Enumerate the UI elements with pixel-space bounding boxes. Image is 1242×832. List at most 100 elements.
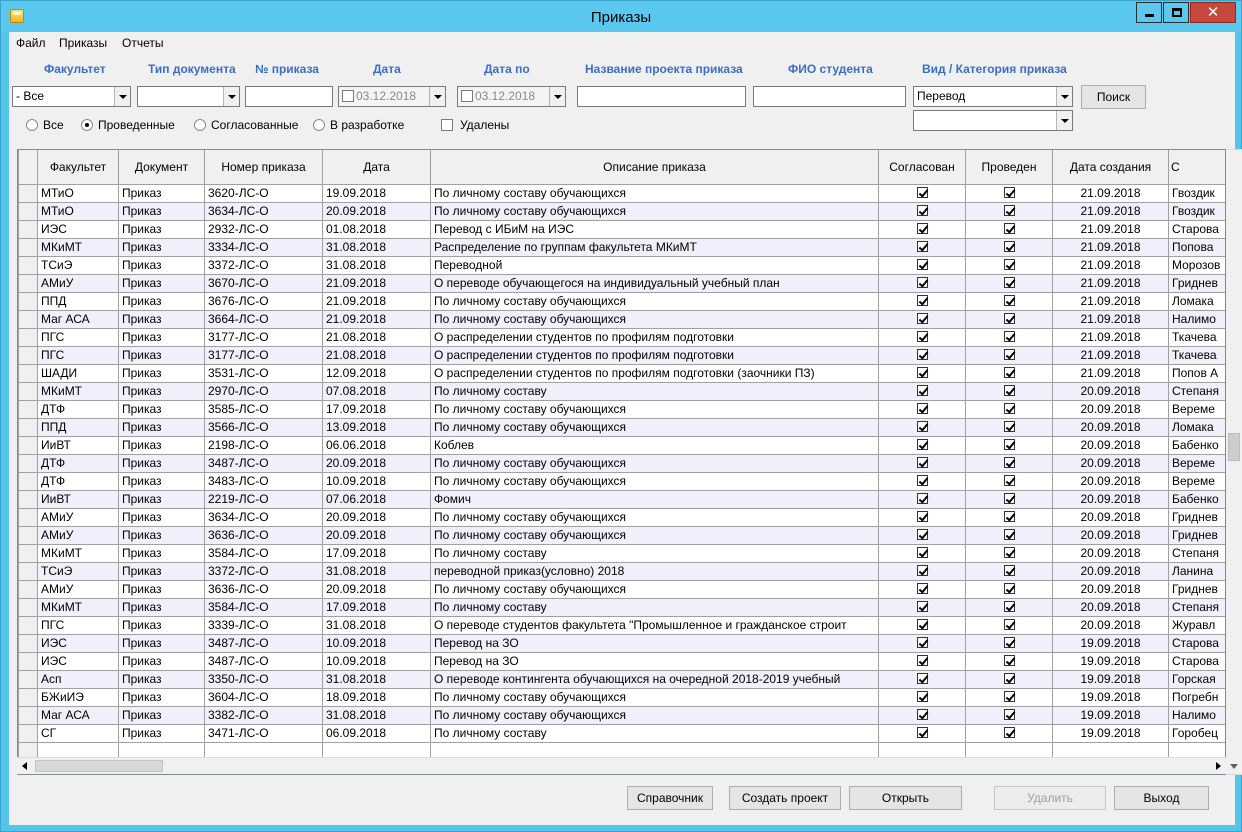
column-header[interactable]: С <box>1168 150 1225 185</box>
row-selector[interactable] <box>18 598 38 617</box>
radio-all[interactable]: Все <box>26 118 64 132</box>
cell-conducted[interactable] <box>965 598 1053 617</box>
chevron-down-icon[interactable] <box>429 87 445 106</box>
column-header[interactable]: Согласован <box>878 150 966 185</box>
row-selector[interactable] <box>18 238 38 257</box>
title-bar[interactable]: Приказы ✕ <box>1 1 1241 32</box>
cell-conducted[interactable] <box>965 274 1053 293</box>
exit-button[interactable]: Выход <box>1114 786 1209 810</box>
table-row[interactable]: ШАДИ Приказ 3531-ЛС-О 12.09.2018 О распредел… <box>18 364 1225 383</box>
column-header[interactable]: Номер приказа <box>204 150 323 185</box>
cell-conducted[interactable] <box>965 220 1053 239</box>
subcategory-select[interactable] <box>913 110 1073 131</box>
cell-agreed[interactable] <box>878 256 966 275</box>
cell-agreed[interactable] <box>878 670 966 689</box>
cell-conducted[interactable] <box>965 616 1053 635</box>
chevron-down-icon[interactable] <box>1056 87 1072 106</box>
cell-conducted[interactable] <box>965 652 1053 671</box>
reference-button[interactable]: Справочник <box>627 786 713 810</box>
table-row[interactable]: ИЭС Приказ 2932-ЛС-О 01.08.2018 Перевод с ИБ… <box>18 220 1225 239</box>
table-row[interactable]: ИЭС Приказ 3487-ЛС-О 10.09.2018 Перевод на З… <box>18 634 1225 653</box>
row-selector[interactable] <box>18 652 38 671</box>
vertical-scrollbar[interactable] <box>1226 149 1242 775</box>
column-header[interactable]: Документ <box>118 150 205 185</box>
table-row[interactable]: ДТФ Приказ 3483-ЛС-О 10.09.2018 По личному с… <box>18 472 1225 491</box>
cell-conducted[interactable] <box>965 256 1053 275</box>
cell-agreed[interactable] <box>878 328 966 347</box>
cell-agreed[interactable] <box>878 238 966 257</box>
student-name-input[interactable] <box>753 86 906 107</box>
minimize-button[interactable] <box>1136 2 1162 23</box>
create-project-button[interactable]: Создать проект <box>729 786 841 810</box>
table-row[interactable]: МТиО Приказ 3634-ЛС-О 20.09.2018 По личному … <box>18 202 1225 221</box>
table-row[interactable]: ТСиЭ Приказ 3372-ЛС-О 31.08.2018 переводной … <box>18 562 1225 581</box>
table-row[interactable]: АМиУ Приказ 3634-ЛС-О 20.09.2018 По личному … <box>18 508 1225 527</box>
table-row[interactable]: ИЭС Приказ 3487-ЛС-О 10.09.2018 Перевод на З… <box>18 652 1225 671</box>
cell-agreed[interactable] <box>878 580 966 599</box>
menu-file[interactable]: Файл <box>16 36 46 50</box>
date-to-picker[interactable]: 03.12.2018 <box>457 86 566 107</box>
row-selector[interactable] <box>18 544 38 563</box>
chevron-down-icon[interactable] <box>114 87 130 106</box>
table-row[interactable]: ПГС Приказ 3177-ЛС-О 21.08.2018 О распределе… <box>18 346 1225 365</box>
cell-conducted[interactable] <box>965 328 1053 347</box>
horizontal-scroll-thumb[interactable] <box>35 760 163 772</box>
orders-grid[interactable]: Факультет Документ Номер приказа Дата Оп… <box>17 149 1226 775</box>
row-selector[interactable] <box>18 706 38 725</box>
cell-conducted[interactable] <box>965 184 1053 203</box>
table-row[interactable]: Маг АСА Приказ 3664-ЛС-О 21.09.2018 По лично… <box>18 310 1225 329</box>
cell-conducted[interactable] <box>965 382 1053 401</box>
table-row[interactable]: ДТФ Приказ 3585-ЛС-О 17.09.2018 По личному с… <box>18 400 1225 419</box>
faculty-select[interactable]: - Все <box>12 86 131 107</box>
menu-orders[interactable]: Приказы <box>59 36 107 50</box>
column-header[interactable]: Факультет <box>37 150 119 185</box>
cell-conducted[interactable] <box>965 544 1053 563</box>
cell-conducted[interactable] <box>965 688 1053 707</box>
chevron-down-icon[interactable] <box>223 87 239 106</box>
row-selector[interactable] <box>18 364 38 383</box>
cell-agreed[interactable] <box>878 184 966 203</box>
row-selector[interactable] <box>18 580 38 599</box>
cell-conducted[interactable] <box>965 310 1053 329</box>
cell-agreed[interactable] <box>878 508 966 527</box>
cell-agreed[interactable] <box>878 364 966 383</box>
cell-agreed[interactable] <box>878 544 966 563</box>
cell-agreed[interactable] <box>878 454 966 473</box>
cell-agreed[interactable] <box>878 418 966 437</box>
column-header[interactable]: Описание приказа <box>430 150 879 185</box>
table-row[interactable]: АМиУ Приказ 3636-ЛС-О 20.09.2018 По личному … <box>18 526 1225 545</box>
table-row[interactable]: Асп Приказ 3350-ЛС-О 31.08.2018 О переводе к… <box>18 670 1225 689</box>
row-selector[interactable] <box>18 562 38 581</box>
cell-agreed[interactable] <box>878 706 966 725</box>
row-selector[interactable] <box>18 454 38 473</box>
doc-type-select[interactable] <box>137 86 240 107</box>
row-selector[interactable] <box>18 310 38 329</box>
table-row[interactable]: АМиУ Приказ 3670-ЛС-О 21.09.2018 О переводе … <box>18 274 1225 293</box>
cell-agreed[interactable] <box>878 220 966 239</box>
search-button[interactable]: Поиск <box>1081 85 1146 109</box>
cell-conducted[interactable] <box>965 508 1053 527</box>
cell-agreed[interactable] <box>878 400 966 419</box>
cell-conducted[interactable] <box>965 292 1053 311</box>
row-selector[interactable] <box>18 688 38 707</box>
cell-agreed[interactable] <box>878 562 966 581</box>
cell-agreed[interactable] <box>878 652 966 671</box>
row-selector[interactable] <box>18 256 38 275</box>
date-to-enable-checkbox[interactable] <box>461 90 473 102</box>
cell-conducted[interactable] <box>965 562 1053 581</box>
close-button[interactable]: ✕ <box>1190 2 1236 23</box>
table-row[interactable]: МТиО Приказ 3620-ЛС-О 19.09.2018 По личному … <box>18 184 1225 203</box>
row-selector[interactable] <box>18 616 38 635</box>
cell-agreed[interactable] <box>878 472 966 491</box>
row-selector[interactable] <box>18 400 38 419</box>
cell-conducted[interactable] <box>965 238 1053 257</box>
row-selector[interactable] <box>18 490 38 509</box>
maximize-button[interactable] <box>1163 2 1189 23</box>
column-header[interactable]: Проведен <box>965 150 1053 185</box>
cell-conducted[interactable] <box>965 472 1053 491</box>
table-row[interactable]: ПГС Приказ 3177-ЛС-О 21.08.2018 О распределе… <box>18 328 1225 347</box>
cell-agreed[interactable] <box>878 616 966 635</box>
table-row[interactable]: МКиМТ Приказ 3334-ЛС-О 31.08.2018 Распределе… <box>18 238 1225 257</box>
row-selector[interactable] <box>18 382 38 401</box>
cell-agreed[interactable] <box>878 346 966 365</box>
